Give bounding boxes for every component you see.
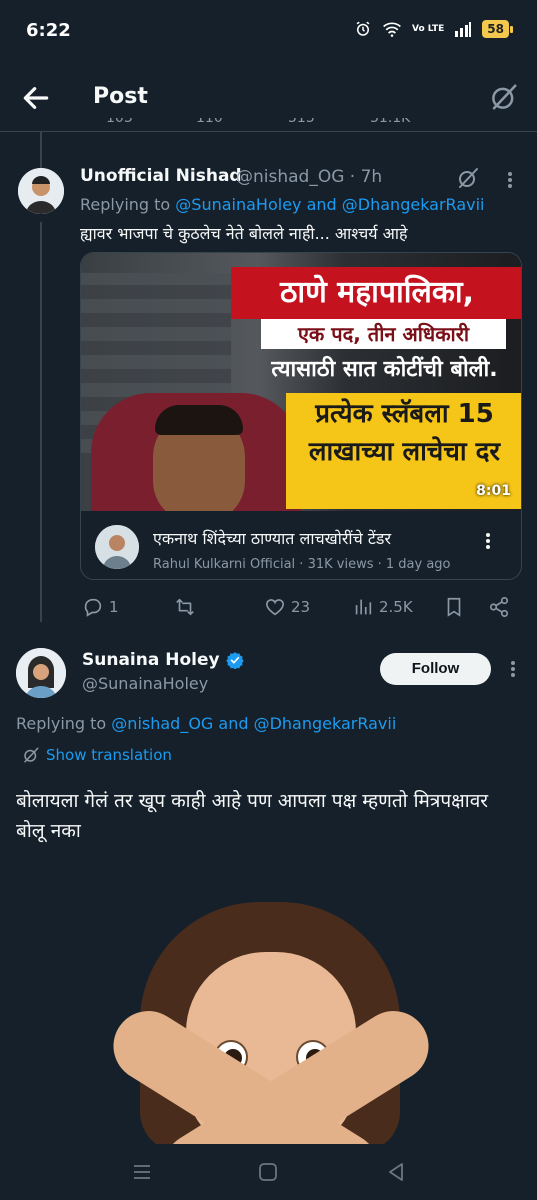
grok-icon <box>24 747 39 763</box>
volte-indicator: Vo LTE <box>411 23 445 34</box>
replying-to-label: Replying to <box>16 714 107 733</box>
author-name[interactable]: Sunaina Holey <box>82 650 220 670</box>
video-thumbnail[interactable]: ठाणे महापालिका, एक पद, तीन अधिकारी त्यास… <box>81 253 521 511</box>
author-name-row[interactable]: Sunaina Holey <box>82 650 244 670</box>
tweet-text: बोलायला गेलं तर खूप काही आहे पण आपला पक्… <box>16 790 489 842</box>
signal-icon <box>455 22 472 37</box>
recent-apps-icon[interactable] <box>130 1160 154 1184</box>
author-handle: @SunainaHoley <box>82 674 209 693</box>
card-more-options-icon[interactable] <box>485 531 491 551</box>
replying-to-label: Replying to <box>80 195 171 214</box>
thumbnail-line-3: त्यासाठी सात कोटींची बोली. <box>271 357 498 382</box>
replying-to: Replying to @SunainaHoley and @Dhangekar… <box>80 195 484 214</box>
wifi-icon <box>383 22 401 37</box>
verified-badge-icon <box>225 652 244 669</box>
tweet-text: ह्यावर भाजपा चे कुठलेच नेते बोलले नाही..… <box>80 224 408 243</box>
video-card[interactable]: ठाणे महापालिका, एक पद, तीन अधिकारी त्यास… <box>80 252 522 580</box>
more-options-icon[interactable] <box>510 659 516 679</box>
replying-to: Replying to @nishad_OG and @DhangekarRav… <box>16 714 396 733</box>
page-title: Post <box>93 84 148 109</box>
channel-avatar <box>95 525 139 569</box>
views-icon <box>355 599 372 615</box>
back-nav-icon[interactable] <box>384 1160 408 1184</box>
back-arrow-icon[interactable] <box>20 82 52 114</box>
like-button[interactable]: 23 <box>264 596 310 618</box>
more-options-icon[interactable] <box>507 170 513 190</box>
author-name[interactable]: Unofficial Nishad <box>80 166 242 186</box>
show-translation-button[interactable]: Show translation <box>22 746 172 764</box>
avatar-image <box>16 648 66 698</box>
bookmark-icon <box>447 597 461 617</box>
author-handle-time: @nishad_OG · 7h <box>236 167 383 187</box>
video-title: एकनाथ शिंदेच्या ठाण्यात लाचखोरींचे टेंडर <box>153 529 391 548</box>
share-button[interactable] <box>488 596 510 618</box>
retweet-button[interactable] <box>174 596 196 618</box>
person-image <box>91 393 301 511</box>
avatar[interactable] <box>18 168 64 214</box>
video-duration: 8:01 <box>476 483 511 499</box>
thumbnail-subheadline: एक पद, तीन अधिकारी <box>261 319 506 349</box>
status-icons: Vo LTE 58 <box>354 20 513 38</box>
status-bar: 6:22 Vo LTE 58 <box>0 0 537 64</box>
prev-replies-count: 103 <box>106 118 133 126</box>
show-translation-label: Show translation <box>46 746 172 764</box>
tweet-media-image[interactable] <box>0 872 537 1144</box>
home-icon[interactable] <box>256 1160 280 1184</box>
avatar-image <box>18 168 64 214</box>
previous-tweet-actions: 103 110 515 31.1K <box>0 118 537 138</box>
views-button[interactable]: 2.5K <box>352 596 413 618</box>
prev-likes-count: 515 <box>288 118 315 126</box>
battery-indicator: 58 <box>482 20 513 38</box>
prev-retweets-count: 110 <box>196 118 223 126</box>
like-count: 23 <box>291 598 311 616</box>
avatar[interactable] <box>16 648 66 698</box>
retweet-icon <box>176 598 194 616</box>
heart-icon <box>265 599 285 616</box>
thread-connector <box>40 222 42 622</box>
grok-icon[interactable] <box>489 82 519 112</box>
thread-connector-top <box>40 132 42 168</box>
grok-icon[interactable] <box>456 166 480 190</box>
status-time: 6:22 <box>26 20 71 41</box>
system-nav-bar <box>0 1144 537 1200</box>
reply-icon <box>84 598 102 617</box>
video-meta: Rahul Kulkarni Official · 31K views · 1 … <box>153 557 451 572</box>
alarm-icon <box>356 21 370 36</box>
share-icon <box>489 597 509 617</box>
reply-button[interactable]: 1 <box>82 596 119 618</box>
bookmark-button[interactable] <box>443 596 465 618</box>
thumbnail-headline: ठाणे महापालिका, <box>231 267 521 319</box>
views-count: 2.5K <box>379 598 413 616</box>
follow-button[interactable]: Follow <box>380 653 491 685</box>
replying-to-links[interactable]: @SunainaHoley and @DhangekarRavii <box>175 195 484 214</box>
replying-to-links[interactable]: @nishad_OG and @DhangekarRavii <box>111 714 396 733</box>
reply-count: 1 <box>109 598 119 616</box>
prev-views-count: 31.1K <box>370 118 411 126</box>
